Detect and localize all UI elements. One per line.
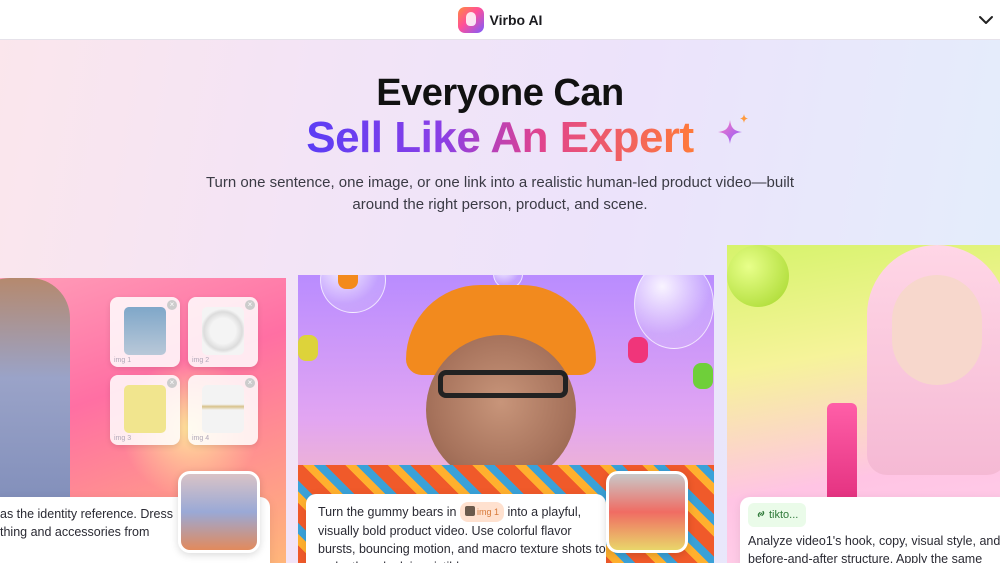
link-icon (757, 510, 765, 518)
virbo-logo-icon (457, 6, 484, 33)
chevron-down-icon[interactable] (976, 10, 996, 30)
product-thumb[interactable]: × img 3 (110, 375, 180, 445)
product-thumb[interactable]: × img 4 (188, 375, 258, 445)
sparkle-icon (718, 114, 748, 144)
model-image (0, 278, 70, 528)
hero-subtitle: Turn one sentence, one image, or one lin… (205, 174, 795, 213)
remove-icon[interactable]: × (167, 300, 177, 310)
remove-icon[interactable]: × (245, 300, 255, 310)
image-icon (464, 506, 475, 516)
presenter-face (426, 335, 576, 485)
brand[interactable]: Virbo AI (457, 6, 543, 33)
product-thumb[interactable]: × img 1 (110, 297, 180, 367)
product-thumb[interactable]: × img 2 (188, 297, 258, 367)
top-bar: Virbo AI (0, 0, 1000, 40)
remove-icon[interactable]: × (167, 378, 177, 388)
hero-title-line1: Everyone Can (376, 72, 624, 114)
avatar (178, 471, 260, 553)
brand-name: Virbo AI (489, 11, 543, 28)
product-bottle (827, 403, 857, 503)
prompt-caption: Turn the gummy bears in img 1 into a pla… (306, 494, 606, 563)
model-face (892, 275, 982, 385)
avatar (606, 471, 688, 553)
image-reference-chip[interactable]: img 1 (459, 502, 504, 522)
remove-icon[interactable]: × (245, 378, 255, 388)
prompt-caption: tikto... Analyze video1's hook, copy, vi… (740, 497, 1000, 563)
link-chip[interactable]: tikto... (748, 503, 807, 527)
hero-title-line2: Sell Like An Expert (306, 113, 694, 162)
